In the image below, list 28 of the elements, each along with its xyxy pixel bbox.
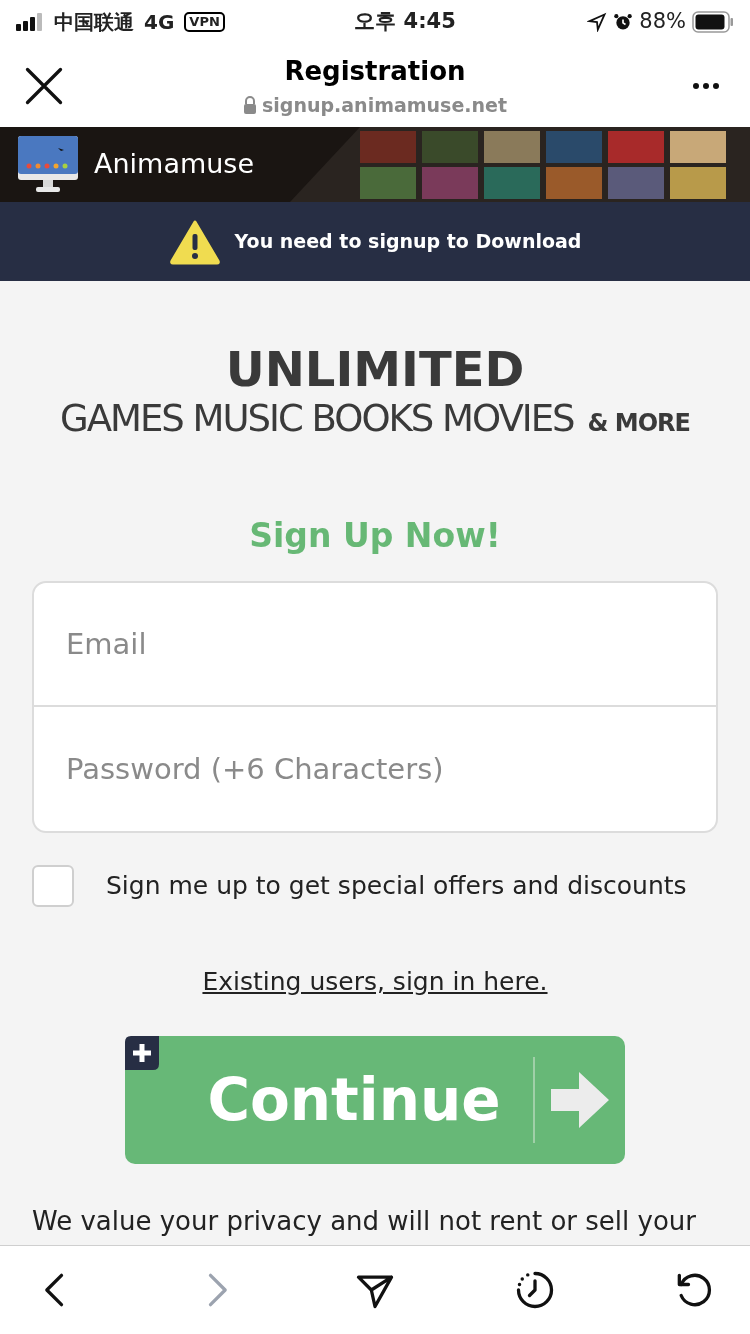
alert-message: You need to signup to Download	[234, 229, 582, 255]
page-title: Registration	[284, 54, 466, 88]
vpn-badge: VPN	[184, 12, 225, 32]
signal-icon	[16, 13, 44, 31]
checkbox-label: Sign me up to get special offers and discounts	[106, 869, 687, 902]
battery-icon	[692, 11, 734, 33]
brand-name: Animamuse	[94, 147, 255, 182]
carrier-name: 中国联通	[54, 9, 134, 36]
headline-more: & MORE	[587, 408, 690, 439]
signup-heading: Sign Up Now!	[249, 515, 501, 557]
privacy-notice: We value your privacy and will not rent or sell your	[32, 1205, 697, 1238]
checkbox[interactable]	[32, 864, 74, 907]
network-type: 4G	[144, 9, 175, 36]
page-url: signup.animamuse.net	[262, 92, 507, 118]
plus-icon	[125, 1036, 159, 1070]
headline-subtitle: GAMES MUSIC BOOKS MOVIES	[60, 397, 574, 441]
headline: UNLIMITED	[225, 343, 525, 395]
location-icon	[587, 12, 608, 32]
monitor-icon	[18, 135, 78, 194]
battery-percent: 88%	[639, 8, 686, 36]
lock-icon	[243, 96, 257, 114]
input-field[interactable]: Password (+6 Characters)	[32, 706, 718, 833]
arrow-icon	[549, 1069, 611, 1131]
warning-icon	[168, 218, 221, 265]
status-time: 오후 4:45	[353, 8, 457, 36]
signin-link[interactable]: Existing users, sign in here.	[202, 962, 548, 1000]
alarm-icon	[613, 12, 634, 32]
input-field[interactable]: Email	[32, 580, 718, 707]
